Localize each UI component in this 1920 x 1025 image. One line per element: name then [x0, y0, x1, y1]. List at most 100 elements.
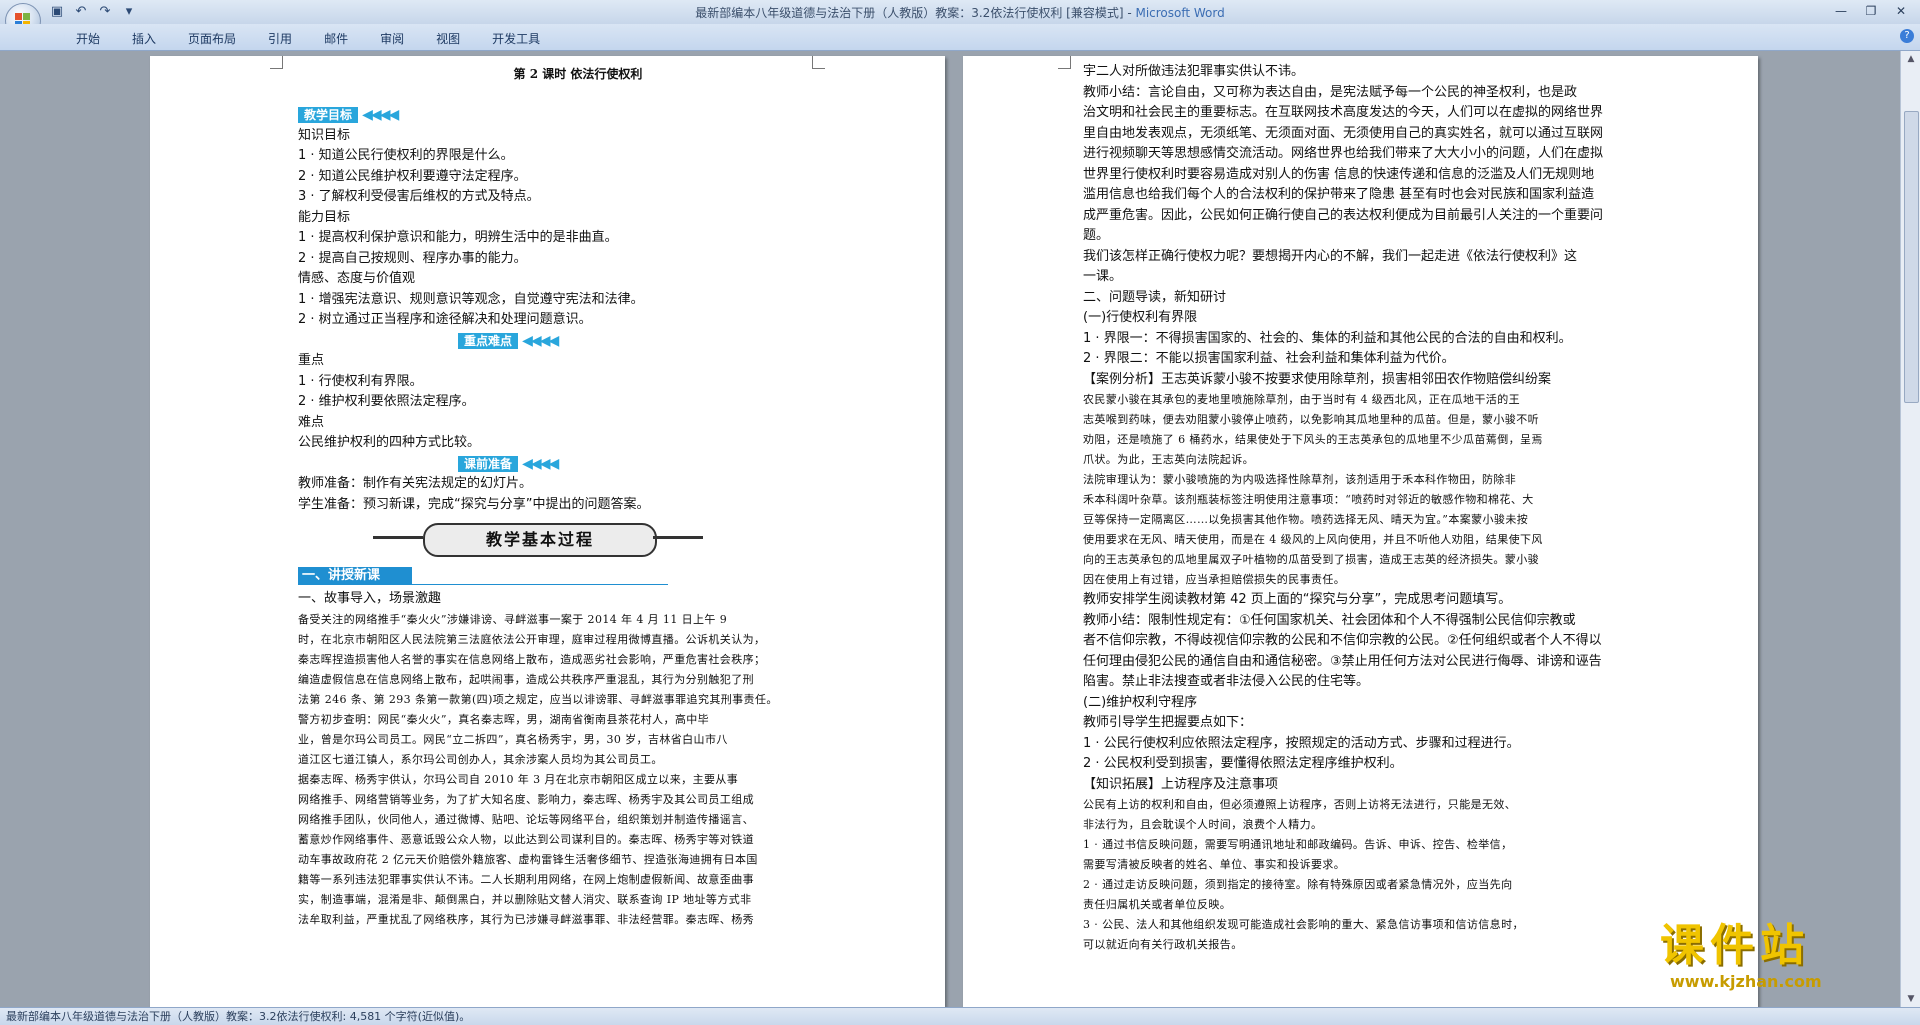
story-lines: 一、故事导入，场景激趣	[298, 589, 818, 610]
ribbon-tab[interactable]: 页面布局	[172, 30, 252, 47]
paragraph-line: 向的王志英承包的瓜地里属双子叶植物的瓜苗受到了损害，造成王志英的经济损失。蒙小骏	[1083, 553, 1539, 566]
paragraph-line: 备受关注的网络推手“秦火火”涉嫌诽谤、寻衅滋事一案于 2014 年 4 月 11…	[298, 612, 728, 626]
paragraph-line: 时，在北京市朝阳区人民法院第三法庭依法公开审理，庭审过程用微博直播。公诉机关认为…	[298, 632, 766, 646]
text-line: 1 · 知道公民行使权利的界限是什么。	[298, 148, 514, 163]
banner-ornament	[653, 536, 703, 539]
text-line: 二、问题导读，新知研讨	[1083, 289, 1227, 305]
paragraph-line: 法牟取利益，严重扰乱了网络秩序，其行为已涉嫌寻衅滋事罪、非法经营罪。秦志晖、杨秀	[298, 912, 754, 926]
text-line: 成严重危害。因此，公民如何正确行使自己的表达权利便成为目前最引人关注的一个重要问	[1083, 207, 1604, 223]
text-line: 公民维护权利的四种方式比较。	[298, 435, 481, 450]
paragraph-line: 志英喉到药味，便去劝阻蒙小骏停止喷药，以免影响其瓜地里种的瓜苗。但是，蒙小骏不听	[1083, 413, 1539, 426]
scroll-down-icon[interactable]: ▼	[1905, 993, 1917, 1005]
paragraph-line: 3 · 公民、法人和其他组织发现可能造成社会影响的重大、紧急信访事项和信访信息时…	[1083, 918, 1524, 931]
paragraph-line: 公民有上访的权利和自由，但必须遵照上访程序，否则上访将无法进行，只能是无效、	[1083, 798, 1517, 811]
watermark-title: 课件站	[1660, 920, 1810, 971]
paragraph-line: 2 · 通过走访反映问题，须到指定的接待室。除有特殊原因或者紧急情况外，应当先向	[1083, 878, 1513, 891]
paragraph-line: 豆等保持一定隔离区……以免损害其他作物。喷药选择无风、晴天为宜。”本案蒙小骏未按	[1083, 513, 1529, 526]
paragraph-line: 编造虚假信息在信息网络上散布，起哄闹事，造成公共秩序严重混乱，其行为分别触犯了刑	[298, 672, 754, 686]
text-line: 教师小结：限制性规定有：①任何国家机关、社会团体和个人不得强制公民信仰宗教或	[1083, 612, 1576, 628]
paragraph-line: 责任归属机关或者单位反映。	[1083, 898, 1232, 911]
paragraph-line: 农民蒙小骏在其承包的麦地里喷施除草剂，由于当时有 4 级西北风，正在瓜地干活的王	[1083, 393, 1520, 406]
page-1: 第 2 课时 依法行使权利 教学目标 ◀◀◀◀ 知识目标 1 · 知道公民行使权利…	[150, 56, 945, 1007]
banner-ornament	[373, 536, 423, 539]
text-line: 教师小结：言论自由，又可称为表达自由，是宪法赋予每一个公民的神圣权利，也是政	[1083, 84, 1578, 100]
paragraph-line: 秦志晖捏造损害他人名誉的事实在信息网络上散布，造成恶劣社会影响，严重危害社会秩序…	[298, 652, 766, 666]
section-badge: 重点难点	[458, 332, 519, 349]
text-line: 知识目标	[298, 127, 351, 143]
key-badge-row: 重点难点 ◀◀◀◀	[298, 331, 818, 352]
arrow-icon: ◀◀◀◀	[522, 332, 559, 349]
text-line: 世界里行使权利时要容易造成对别人的伤害 信息的快速传递和信息的泛滥及人们无规则地	[1083, 166, 1595, 182]
page-2: 宇二人对所做违法犯罪事实供认不讳。教师小结：言论自由，又可称为表达自由，是宪法赋…	[963, 56, 1758, 1007]
text-line: 一课。	[1083, 269, 1123, 284]
ribbon-tab[interactable]: 邮件	[308, 30, 364, 47]
goal-badge-row: 教学目标 ◀◀◀◀	[298, 105, 818, 126]
paragraph-line: 法院审理认为：蒙小骏喷施的为内吸选择性除草剂，该剂适用于禾本科作物田，防除非	[1083, 473, 1517, 486]
text-line: 2 · 树立通过正当程序和途径解决和处理问题意识。	[298, 312, 592, 327]
paragraph-line: 据秦志晖、杨秀宇供认，尔玛公司自 2010 年 3 月在北京市朝阳区成立以来，主…	[298, 772, 739, 786]
ribbon-tab[interactable]: 审阅	[364, 30, 420, 47]
goal-lines: 知识目标 1 · 知道公民行使权利的界限是什么。 2 · 知道公民维护权利要遵守法定…	[298, 126, 818, 331]
help-icon[interactable]: ?	[1900, 29, 1914, 43]
minimize-icon[interactable]: —	[1828, 2, 1854, 20]
paragraph-line: 籍等一系列违法犯罪事实供认不讳。二人长期利用网络，在网上炮制虚假新闻、故意歪曲事	[298, 872, 754, 886]
paragraph-line: 可以就近向有关行政机关报告。	[1083, 938, 1243, 951]
word-window: ▣ ↶ ↷ ▾ 最新部编本八年级道德与法治下册（人教版）教案：3.2依法行使权利…	[0, 0, 1920, 1025]
close-icon[interactable]: ✕	[1888, 2, 1914, 20]
text-line: 者不信仰宗教，不得歧视信仰宗教的公民和不信仰宗教的公民。②任何组织或者个人不得以	[1083, 633, 1602, 648]
paragraph-line: 动车事故政府花 2 亿元天价赔偿外籍旅客、虚构雷锋生活奢侈细节、捏造张海迪拥有日…	[298, 852, 758, 866]
text-line: 1 · 提高权利保护意识和能力，明辨生活中的是非曲直。	[298, 230, 618, 245]
paragraph-line: 业，曾是尔玛公司员工。网民“立二拆四”，真名杨秀宇，男，30 岁，吉林省白山市八	[298, 732, 728, 746]
text-line: 2 · 公民权利受到损害，要懂得依照法定程序维护权利。	[1083, 756, 1403, 771]
window-title: 最新部编本八年级道德与法治下册（人教版）教案：3.2依法行使权利 [兼容模式] …	[0, 4, 1920, 21]
text-line: 我们该怎样正确行使权力呢？要想揭开内心的不解，我们一起走进《依法行使权利》这	[1083, 248, 1578, 264]
text-line: 一、故事导入，场景激趣	[298, 591, 442, 606]
paragraph-line: 法第 246 条、第 293 条第一款第(四)项之规定，应当以诽谤罪、寻衅滋事罪…	[298, 692, 778, 706]
text-line: 2 · 知道公民维护权利要遵守法定程序。	[298, 168, 527, 184]
vertical-scrollbar[interactable]: ▲ ▼	[1900, 51, 1920, 1007]
paragraph-line: 需要写清被反映者的姓名、单位、事实和投诉要求。	[1083, 858, 1346, 871]
text-line: 情感、态度与价值观	[298, 271, 416, 286]
scroll-up-icon[interactable]: ▲	[1905, 53, 1917, 65]
document-title: 最新部编本八年级道德与法治下册（人教版）教案：3.2依法行使权利 [兼容模式] …	[695, 6, 1136, 20]
ribbon-tab[interactable]: 引用	[252, 30, 308, 47]
page1-body: 第 2 课时 依法行使权利 教学目标 ◀◀◀◀ 知识目标 1 · 知道公民行使权利…	[298, 64, 818, 930]
paragraph-line: 网络推手、网络营销等业务，为了扩大知名度、影响力，秦志晖、杨秀宇及其公司员工组成	[298, 792, 754, 806]
text-line: 教师引导学生把握要点如下：	[1083, 715, 1253, 730]
document-workspace: 第 2 课时 依法行使权利 教学目标 ◀◀◀◀ 知识目标 1 · 知道公民行使权利…	[0, 51, 1900, 1007]
page-header: 第 2 课时 依法行使权利	[513, 67, 643, 81]
text-line: 重点	[298, 353, 325, 368]
ribbon-tabs-bar: 开始 插入 页面布局 引用 邮件 审阅 视图 开发工具 ?	[0, 24, 1920, 51]
text-line: 教师准备：制作有关宪法规定的幻灯片。	[298, 476, 533, 491]
ribbon-tab[interactable]: 开发工具	[476, 30, 556, 47]
window-controls: — ❐ ✕	[1828, 2, 1914, 20]
paragraph-line: 1 · 通过书信反映问题，需要写明通讯地址和邮政编码。告诉、申诉、控告、检举信，	[1083, 838, 1513, 851]
process-banner: 教学基本过程	[298, 515, 818, 561]
ribbon-tab[interactable]: 开始	[60, 30, 116, 47]
text-line: 能力目标	[298, 209, 351, 225]
paragraph-line: 劝阻，还是喷施了 6 桶药水，结果使处于下风头的王志英承包的瓜地里不少瓜苗蔫倒，…	[1083, 433, 1543, 446]
text-line: 任何理由侵犯公民的通信自由和通信秘密。③禁止用任何方法对公民进行侮辱、诽谤和诬告	[1083, 653, 1602, 669]
maximize-icon[interactable]: ❐	[1858, 2, 1884, 20]
paragraph-line: 警方初步查明：网民“秦火火”，真名秦志晖，男，湖南省衡南县茶花村人，高中毕	[298, 712, 710, 726]
text-line: 宇二人对所做违法犯罪事实供认不讳。	[1083, 64, 1305, 79]
site-watermark: 课件站 www.kjzhan.com	[1660, 920, 1900, 1000]
prep-lines: 教师准备：制作有关宪法规定的幻灯片。 学生准备：预习新课，完成“探究与分享”中提出…	[298, 474, 818, 515]
text-line: 1 · 界限一：不得损害国家的、社会的、集体的利益和其他公民的合法的自由和权利。	[1083, 330, 1572, 346]
text-line: 进行视频聊天等思想感情交流活动。网络世界也给我们带来了大大小小的问题，人们在虚拟	[1083, 146, 1604, 161]
page2-lines-b: 教师安排学生阅读教材第 42 页上面的“探究与分享”，完成思考问题填写。 教师小结…	[1083, 590, 1643, 795]
story-paragraphs: 备受关注的网络推手“秦火火”涉嫌诽谤、寻衅滋事一案于 2014 年 4 月 11…	[298, 610, 818, 930]
page2-body: 宇二人对所做违法犯罪事实供认不讳。教师小结：言论自由，又可称为表达自由，是宪法赋…	[1083, 62, 1643, 955]
text-line: 1 · 行使权利有界限。	[298, 373, 423, 389]
title-bar: ▣ ↶ ↷ ▾ 最新部编本八年级道德与法治下册（人教版）教案：3.2依法行使权利…	[0, 0, 1920, 39]
ribbon-tabs: 开始 插入 页面布局 引用 邮件 审阅 视图 开发工具	[60, 30, 556, 47]
ribbon-tab[interactable]: 视图	[420, 30, 476, 47]
status-text: 最新部编本八年级道德与法治下册（人教版）教案：3.2依法行使权利: 4,581 …	[6, 1010, 471, 1023]
section-title: 一、讲授新课	[298, 567, 412, 585]
ribbon-tab[interactable]: 插入	[116, 30, 172, 47]
section-underline	[408, 584, 668, 585]
key-lines: 重点 1 · 行使权利有界限。 2 · 维护权利要依照法定程序。 难点 公民维护权利的四…	[298, 351, 818, 454]
paragraph-line: 因在使用上有过错，应当承担赔偿损失的民事责任。	[1083, 573, 1346, 586]
scroll-thumb[interactable]	[1904, 111, 1919, 403]
paragraph-line: 非法行为，且会耽误个人时间，浪费个人精力。	[1083, 818, 1323, 831]
